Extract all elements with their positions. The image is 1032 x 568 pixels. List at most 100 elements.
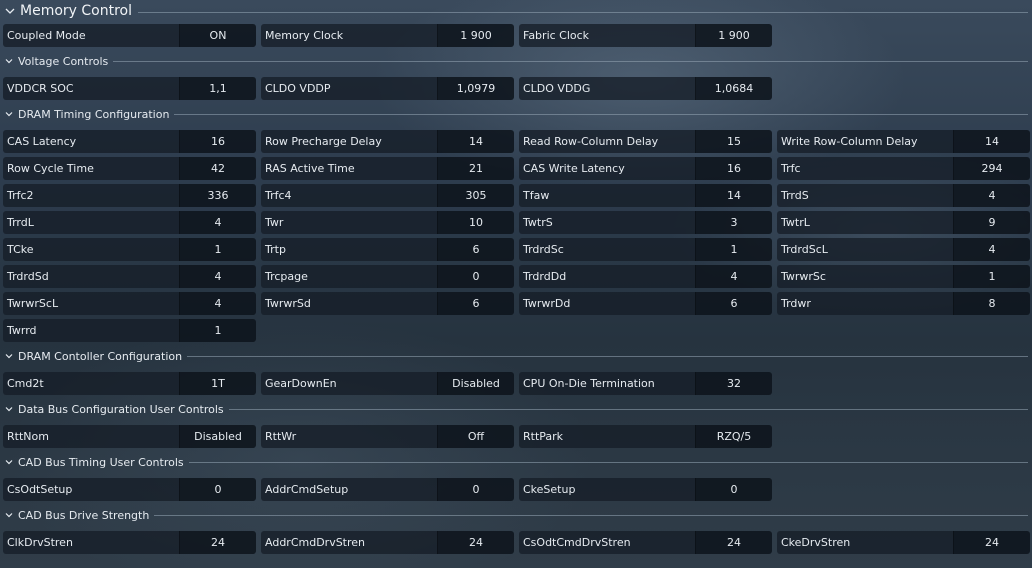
setting-value[interactable]: 0 xyxy=(695,478,772,501)
setting-value[interactable]: 1 xyxy=(179,238,256,261)
setting-value[interactable]: 24 xyxy=(179,531,256,554)
setting-value[interactable]: 32 xyxy=(695,372,772,395)
section-title: CAD Bus Drive Strength xyxy=(18,508,150,522)
section-divider xyxy=(113,60,1028,62)
setting-value[interactable]: 24 xyxy=(953,531,1030,554)
setting-value[interactable]: 24 xyxy=(695,531,772,554)
setting-label: TwtrS xyxy=(519,211,695,234)
setting-trfc4: Trfc4 305 xyxy=(261,184,514,207)
setting-value[interactable]: 3 xyxy=(695,211,772,234)
setting-value[interactable]: 4 xyxy=(695,265,772,288)
setting-value[interactable]: 336 xyxy=(179,184,256,207)
setting-value[interactable]: 0 xyxy=(437,478,514,501)
setting-label: CAS Write Latency xyxy=(519,157,695,180)
setting-value[interactable]: 305 xyxy=(437,184,514,207)
setting-value[interactable]: 6 xyxy=(695,292,772,315)
chevron-down-icon[interactable] xyxy=(5,57,13,65)
header-divider xyxy=(138,11,1028,13)
panel-header[interactable]: Memory Control xyxy=(0,0,1032,22)
setting-trdrdsd: TrdrdSd 4 xyxy=(3,265,256,288)
setting-cpu-on-die-termination: CPU On-Die Termination 32 xyxy=(519,372,772,395)
setting-value[interactable]: 1 900 xyxy=(695,24,772,47)
setting-twtrs: TwtrS 3 xyxy=(519,211,772,234)
setting-value[interactable]: 1 xyxy=(179,319,256,342)
setting-value[interactable]: 4 xyxy=(179,292,256,315)
chevron-down-icon[interactable] xyxy=(5,110,13,118)
setting-value[interactable]: 15 xyxy=(695,130,772,153)
setting-label: RttWr xyxy=(261,425,437,448)
section-header-dram-timing-configuration[interactable]: DRAM Timing Configuration xyxy=(0,106,1032,122)
setting-cldo-vddg: CLDO VDDG 1,0684 xyxy=(519,77,772,100)
setting-label: VDDCR SOC xyxy=(3,77,179,100)
setting-label: TwtrL xyxy=(777,211,953,234)
section-header-dram-contoller-configuration[interactable]: DRAM Contoller Configuration xyxy=(0,348,1032,364)
setting-value[interactable]: 294 xyxy=(953,157,1030,180)
setting-value[interactable]: 1,1 xyxy=(179,77,256,100)
setting-label: TwrwrDd xyxy=(519,292,695,315)
section-header-cad-bus-timing-user-controls[interactable]: CAD Bus Timing User Controls xyxy=(0,454,1032,470)
setting-label: CsOdtSetup xyxy=(3,478,179,501)
setting-twr: Twr 10 xyxy=(261,211,514,234)
setting-value[interactable]: 0 xyxy=(179,478,256,501)
setting-value[interactable]: 24 xyxy=(437,531,514,554)
setting-label: Coupled Mode xyxy=(3,24,179,47)
setting-value[interactable]: 1 xyxy=(953,265,1030,288)
setting-label: CAS Latency xyxy=(3,130,179,153)
setting-label: Trfc2 xyxy=(3,184,179,207)
setting-write-row-column-delay: Write Row-Column Delay 14 xyxy=(777,130,1030,153)
setting-value[interactable]: 1,0979 xyxy=(437,77,514,100)
setting-value[interactable]: 8 xyxy=(953,292,1030,315)
setting-value[interactable]: 9 xyxy=(953,211,1030,234)
section-header-data-bus-configuration-user-controls[interactable]: Data Bus Configuration User Controls xyxy=(0,401,1032,417)
setting-value[interactable]: 1 900 xyxy=(437,24,514,47)
chevron-down-icon[interactable] xyxy=(5,405,13,413)
setting-label: RttPark xyxy=(519,425,695,448)
setting-value[interactable]: RZQ/5 xyxy=(695,425,772,448)
setting-cas-write-latency: CAS Write Latency 16 xyxy=(519,157,772,180)
setting-twrwrdd: TwrwrDd 6 xyxy=(519,292,772,315)
setting-value[interactable]: 14 xyxy=(953,130,1030,153)
setting-value[interactable]: 14 xyxy=(437,130,514,153)
section-title: CAD Bus Timing User Controls xyxy=(18,455,184,469)
setting-value[interactable]: Disabled xyxy=(437,372,514,395)
section-title: DRAM Contoller Configuration xyxy=(18,349,183,363)
chevron-down-icon[interactable] xyxy=(5,352,13,360)
setting-addrcmddrvstren: AddrCmdDrvStren 24 xyxy=(261,531,514,554)
setting-trrdl: TrrdL 4 xyxy=(3,211,256,234)
setting-ckesetup: CkeSetup 0 xyxy=(519,478,772,501)
setting-value[interactable]: 1T xyxy=(179,372,256,395)
setting-value[interactable]: 1,0684 xyxy=(695,77,772,100)
setting-value[interactable]: Disabled xyxy=(179,425,256,448)
setting-trcpage: Trcpage 0 xyxy=(261,265,514,288)
chevron-down-icon[interactable] xyxy=(5,511,13,519)
setting-value[interactable]: 4 xyxy=(953,184,1030,207)
setting-tcke: TCke 1 xyxy=(3,238,256,261)
setting-value[interactable]: 6 xyxy=(437,292,514,315)
setting-value[interactable]: 4 xyxy=(179,211,256,234)
setting-row-precharge-delay: Row Precharge Delay 14 xyxy=(261,130,514,153)
section-header-cad-bus-drive-strength[interactable]: CAD Bus Drive Strength xyxy=(0,507,1032,523)
setting-value[interactable]: 4 xyxy=(953,238,1030,261)
chevron-down-icon[interactable] xyxy=(5,458,13,466)
setting-value[interactable]: ON xyxy=(179,24,256,47)
setting-value[interactable]: 14 xyxy=(695,184,772,207)
chevron-down-icon[interactable] xyxy=(5,6,15,16)
setting-label: Twrrd xyxy=(3,319,179,342)
setting-value[interactable]: 10 xyxy=(437,211,514,234)
setting-value[interactable]: 42 xyxy=(179,157,256,180)
section-header-voltage-controls[interactable]: Voltage Controls xyxy=(0,53,1032,69)
setting-twrwrsd: TwrwrSd 6 xyxy=(261,292,514,315)
setting-value[interactable]: 0 xyxy=(437,265,514,288)
setting-label: TrdrdSd xyxy=(3,265,179,288)
setting-label: TrdrdDd xyxy=(519,265,695,288)
setting-label: Row Cycle Time xyxy=(3,157,179,180)
section-divider xyxy=(188,461,1028,463)
setting-value[interactable]: 16 xyxy=(695,157,772,180)
setting-value[interactable]: 21 xyxy=(437,157,514,180)
setting-label: Tfaw xyxy=(519,184,695,207)
setting-value[interactable]: 4 xyxy=(179,265,256,288)
setting-value[interactable]: 1 xyxy=(695,238,772,261)
setting-value[interactable]: 16 xyxy=(179,130,256,153)
setting-value[interactable]: 6 xyxy=(437,238,514,261)
setting-value[interactable]: Off xyxy=(437,425,514,448)
